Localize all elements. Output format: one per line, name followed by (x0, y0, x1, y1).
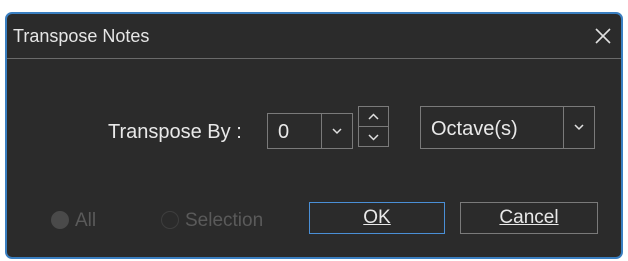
chevron-down-icon (332, 128, 342, 135)
dialog-title: Transpose Notes (13, 26, 150, 46)
close-button[interactable] (585, 20, 621, 52)
transpose-amount-value: 0 (278, 121, 290, 143)
ok-button[interactable]: OK (309, 202, 445, 234)
transpose-amount-spinner[interactable] (358, 106, 389, 147)
transpose-unit-dropdown-button[interactable] (563, 107, 594, 148)
transpose-unit-combo[interactable]: Octave(s) (420, 106, 595, 149)
transpose-unit-value: Octave(s) (431, 118, 518, 140)
radio-all[interactable]: All (51, 209, 111, 233)
transpose-by-label: Transpose By : (108, 121, 242, 143)
radio-selection-label: Selection (185, 210, 264, 231)
transpose-notes-dialog: Transpose Notes Transpose By : 0 Octave(… (5, 12, 623, 259)
close-icon (595, 28, 611, 44)
radio-selection-indicator (161, 211, 179, 229)
title-bar: Transpose Notes (7, 14, 621, 59)
spinner-up-button[interactable] (359, 107, 388, 127)
chevron-down-icon (368, 133, 379, 141)
scope-radio-group: All Selection (51, 209, 291, 235)
transpose-amount-dropdown-button[interactable] (321, 114, 352, 148)
radio-all-label: All (75, 210, 97, 231)
spinner-down-button[interactable] (359, 127, 388, 147)
chevron-down-icon (574, 124, 584, 131)
radio-all-indicator (51, 211, 69, 229)
chevron-up-icon (368, 113, 379, 120)
radio-selection[interactable]: Selection (161, 209, 291, 233)
cancel-button[interactable]: Cancel (460, 202, 598, 234)
transpose-amount-combo[interactable]: 0 (267, 113, 353, 149)
